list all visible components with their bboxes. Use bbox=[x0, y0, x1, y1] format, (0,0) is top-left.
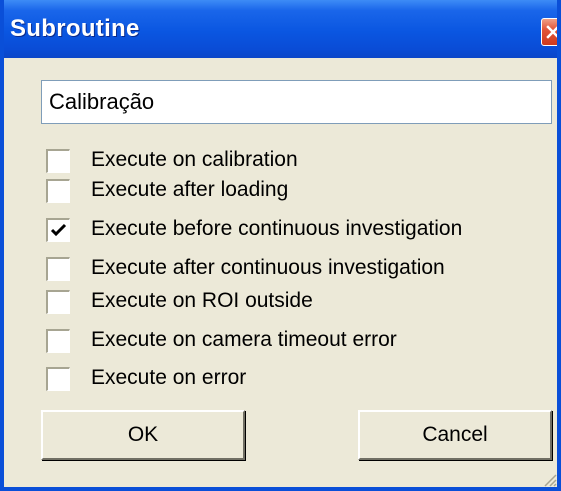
option-execute-before-continuous-investigation[interactable]: Execute before continuous investigation bbox=[46, 217, 546, 246]
option-execute-on-roi-outside[interactable]: Execute on ROI outside bbox=[46, 289, 546, 318]
checkbox[interactable] bbox=[46, 218, 70, 242]
checkbox[interactable] bbox=[46, 290, 70, 314]
checkbox[interactable] bbox=[46, 329, 70, 353]
checkbox-label: Execute before continuous investigation bbox=[91, 217, 463, 240]
checkbox-label: Execute on error bbox=[91, 366, 247, 389]
close-button[interactable] bbox=[541, 18, 557, 46]
checkbox[interactable] bbox=[46, 149, 70, 173]
close-icon bbox=[546, 25, 557, 39]
option-execute-after-continuous-investigation[interactable]: Execute after continuous investigation bbox=[46, 256, 546, 285]
checkbox-label: Execute after loading bbox=[91, 178, 289, 201]
checkbox-label: Execute on ROI outside bbox=[91, 289, 313, 312]
ok-button[interactable]: OK bbox=[41, 410, 245, 460]
title-bar[interactable]: Subroutine bbox=[4, 0, 557, 58]
resize-grip-icon[interactable] bbox=[541, 471, 557, 487]
option-execute-after-loading[interactable]: Execute after loading bbox=[46, 178, 546, 207]
checkbox-label: Execute after continuous investigation bbox=[91, 256, 445, 279]
subroutine-dialog: Subroutine Calibração Execute on calibra… bbox=[0, 0, 561, 491]
option-execute-on-calibration[interactable]: Execute on calibration bbox=[46, 148, 546, 177]
checkbox[interactable] bbox=[46, 179, 70, 203]
checkmark-icon bbox=[50, 223, 67, 237]
checkbox-label: Execute on calibration bbox=[91, 148, 298, 171]
option-execute-on-camera-timeout-error[interactable]: Execute on camera timeout error bbox=[46, 328, 546, 357]
window-title: Subroutine bbox=[10, 15, 140, 42]
checkbox[interactable] bbox=[46, 257, 70, 281]
cancel-button[interactable]: Cancel bbox=[358, 410, 552, 460]
checkbox[interactable] bbox=[46, 367, 70, 391]
option-execute-on-error[interactable]: Execute on error bbox=[46, 366, 546, 395]
subroutine-name-input[interactable]: Calibração bbox=[41, 80, 552, 124]
checkbox-label: Execute on camera timeout error bbox=[91, 328, 397, 351]
